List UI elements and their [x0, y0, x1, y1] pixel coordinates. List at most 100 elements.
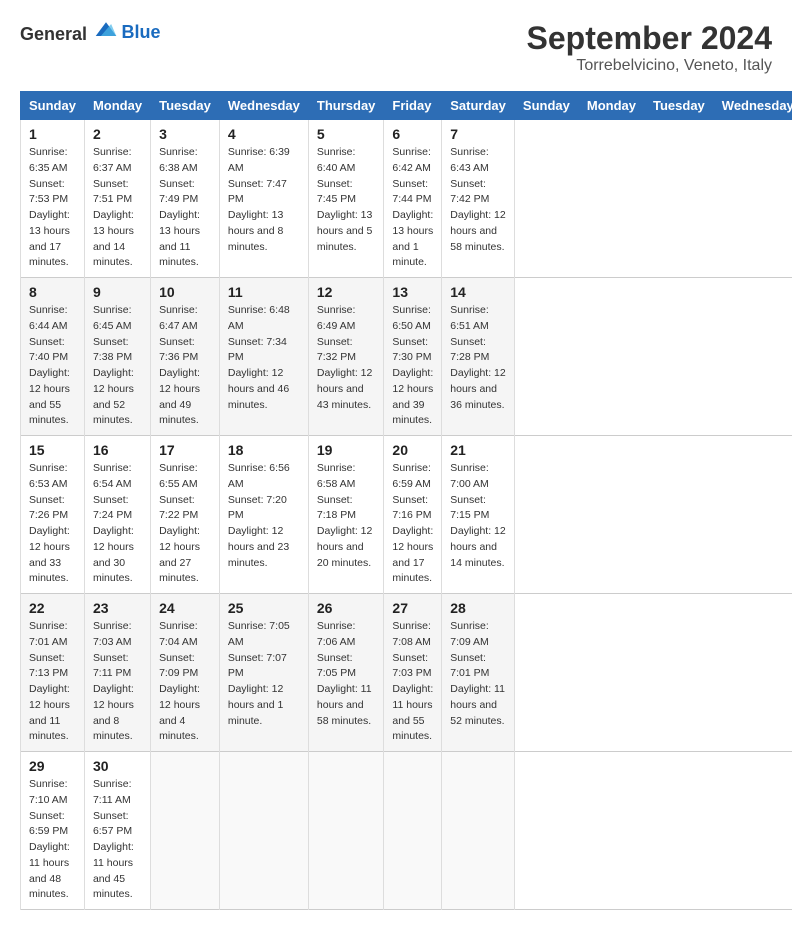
day-cell: 3 Sunrise: 6:38 AMSunset: 7:49 PMDaylight… [151, 120, 220, 278]
day-cell: 30Sunrise: 7:11 AMSunset: 6:57 PMDayligh… [84, 752, 150, 910]
day-cell: 27Sunrise: 7:08 AMSunset: 7:03 PMDayligh… [384, 594, 442, 752]
day-number: 13 [392, 284, 433, 300]
day-number: 24 [159, 600, 211, 616]
day-info: Sunrise: 6:47 AMSunset: 7:36 PMDaylight:… [159, 303, 211, 429]
day-info: Sunrise: 6:48 AMSunset: 7:34 PMDaylight:… [228, 303, 300, 413]
logo-general: General [20, 24, 87, 44]
day-info: Sunrise: 6:55 AMSunset: 7:22 PMDaylight:… [159, 461, 211, 587]
day-cell: 7 Sunrise: 6:43 AMSunset: 7:42 PMDaylight… [442, 120, 515, 278]
day-number: 18 [228, 442, 300, 458]
header-row: SundayMondayTuesdayWednesdayThursdayFrid… [21, 92, 792, 120]
day-cell [308, 752, 384, 910]
day-number: 29 [29, 758, 76, 774]
day-cell: 10 Sunrise: 6:47 AMSunset: 7:36 PMDayligh… [151, 278, 220, 436]
day-cell: 19 Sunrise: 6:58 AMSunset: 7:18 PMDayligh… [308, 436, 384, 594]
col-header-sunday: Sunday [514, 92, 578, 120]
calendar-table: SundayMondayTuesdayWednesdayThursdayFrid… [20, 91, 792, 910]
week-row-2: 8Sunrise: 6:44 AMSunset: 7:40 PMDaylight… [21, 278, 792, 436]
day-number: 9 [93, 284, 142, 300]
col-header-sunday: Sunday [21, 92, 85, 120]
day-info: Sunrise: 7:06 AMSunset: 7:05 PMDaylight:… [317, 619, 376, 729]
col-header-tuesday: Tuesday [151, 92, 220, 120]
col-header-monday: Monday [578, 92, 644, 120]
day-number: 7 [450, 126, 506, 142]
day-info: Sunrise: 6:51 AMSunset: 7:28 PMDaylight:… [450, 303, 506, 413]
day-info: Sunrise: 7:09 AMSunset: 7:01 PMDaylight:… [450, 619, 506, 729]
week-row-3: 15 Sunrise: 6:53 AMSunset: 7:26 PMDayligh… [21, 436, 792, 594]
week-row-4: 22 Sunrise: 7:01 AMSunset: 7:13 PMDayligh… [21, 594, 792, 752]
day-cell: 26 Sunrise: 7:06 AMSunset: 7:05 PMDayligh… [308, 594, 384, 752]
day-info: Sunrise: 6:42 AMSunset: 7:44 PMDaylight:… [392, 145, 433, 271]
day-cell: 16 Sunrise: 6:54 AMSunset: 7:24 PMDayligh… [84, 436, 150, 594]
day-info: Sunrise: 6:39 AMSunset: 7:47 PMDaylight:… [228, 145, 300, 255]
col-header-tuesday: Tuesday [645, 92, 714, 120]
day-cell: 29 Sunrise: 7:10 AMSunset: 6:59 PMDayligh… [21, 752, 85, 910]
day-cell: 21Sunrise: 7:00 AMSunset: 7:15 PMDayligh… [442, 436, 515, 594]
day-number: 19 [317, 442, 376, 458]
day-number: 3 [159, 126, 211, 142]
day-info: Sunrise: 7:03 AMSunset: 7:11 PMDaylight:… [93, 619, 142, 745]
day-cell [219, 752, 308, 910]
day-cell: 22 Sunrise: 7:01 AMSunset: 7:13 PMDayligh… [21, 594, 85, 752]
day-cell: 20Sunrise: 6:59 AMSunset: 7:16 PMDayligh… [384, 436, 442, 594]
day-cell: 4Sunrise: 6:39 AMSunset: 7:47 PMDaylight… [219, 120, 308, 278]
col-header-wednesday: Wednesday [713, 92, 792, 120]
day-number: 2 [93, 126, 142, 142]
header: General Blue September 2024 Torrebelvici… [20, 20, 772, 75]
day-number: 22 [29, 600, 76, 616]
week-row-5: 29 Sunrise: 7:10 AMSunset: 6:59 PMDayligh… [21, 752, 792, 910]
day-info: Sunrise: 7:01 AMSunset: 7:13 PMDaylight:… [29, 619, 76, 745]
day-info: Sunrise: 7:05 AMSunset: 7:07 PMDaylight:… [228, 619, 300, 729]
day-info: Sunrise: 6:35 AMSunset: 7:53 PMDaylight:… [29, 145, 76, 271]
day-cell: 1 Sunrise: 6:35 AMSunset: 7:53 PMDaylight… [21, 120, 85, 278]
day-number: 6 [392, 126, 433, 142]
day-cell: 23Sunrise: 7:03 AMSunset: 7:11 PMDayligh… [84, 594, 150, 752]
day-cell: 5Sunrise: 6:40 AMSunset: 7:45 PMDaylight… [308, 120, 384, 278]
day-number: 16 [93, 442, 142, 458]
day-cell: 28Sunrise: 7:09 AMSunset: 7:01 PMDayligh… [442, 594, 515, 752]
col-header-thursday: Thursday [308, 92, 384, 120]
title-area: September 2024 Torrebelvicino, Veneto, I… [527, 20, 772, 75]
day-cell [384, 752, 442, 910]
day-cell [442, 752, 515, 910]
day-info: Sunrise: 7:11 AMSunset: 6:57 PMDaylight:… [93, 777, 142, 903]
day-number: 10 [159, 284, 211, 300]
day-info: Sunrise: 7:04 AMSunset: 7:09 PMDaylight:… [159, 619, 211, 745]
day-info: Sunrise: 6:44 AMSunset: 7:40 PMDaylight:… [29, 303, 76, 429]
day-number: 17 [159, 442, 211, 458]
day-cell: 11 Sunrise: 6:48 AMSunset: 7:34 PMDayligh… [219, 278, 308, 436]
day-info: Sunrise: 7:10 AMSunset: 6:59 PMDaylight:… [29, 777, 76, 903]
day-cell: 24 Sunrise: 7:04 AMSunset: 7:09 PMDayligh… [151, 594, 220, 752]
day-info: Sunrise: 6:54 AMSunset: 7:24 PMDaylight:… [93, 461, 142, 587]
day-info: Sunrise: 7:00 AMSunset: 7:15 PMDaylight:… [450, 461, 506, 571]
day-info: Sunrise: 6:50 AMSunset: 7:30 PMDaylight:… [392, 303, 433, 429]
day-info: Sunrise: 6:58 AMSunset: 7:18 PMDaylight:… [317, 461, 376, 571]
col-header-wednesday: Wednesday [219, 92, 308, 120]
day-number: 1 [29, 126, 76, 142]
day-info: Sunrise: 6:49 AMSunset: 7:32 PMDaylight:… [317, 303, 376, 413]
day-cell: 2 Sunrise: 6:37 AMSunset: 7:51 PMDaylight… [84, 120, 150, 278]
day-number: 14 [450, 284, 506, 300]
day-number: 27 [392, 600, 433, 616]
day-info: Sunrise: 6:37 AMSunset: 7:51 PMDaylight:… [93, 145, 142, 271]
week-row-1: 1 Sunrise: 6:35 AMSunset: 7:53 PMDaylight… [21, 120, 792, 278]
col-header-saturday: Saturday [442, 92, 515, 120]
day-cell: 25Sunrise: 7:05 AMSunset: 7:07 PMDayligh… [219, 594, 308, 752]
day-cell: 18 Sunrise: 6:56 AMSunset: 7:20 PMDayligh… [219, 436, 308, 594]
day-info: Sunrise: 6:56 AMSunset: 7:20 PMDaylight:… [228, 461, 300, 571]
col-header-monday: Monday [84, 92, 150, 120]
day-info: Sunrise: 6:38 AMSunset: 7:49 PMDaylight:… [159, 145, 211, 271]
day-info: Sunrise: 6:53 AMSunset: 7:26 PMDaylight:… [29, 461, 76, 587]
day-number: 11 [228, 284, 300, 300]
month-title: September 2024 [527, 20, 772, 57]
location-title: Torrebelvicino, Veneto, Italy [527, 57, 772, 75]
day-number: 26 [317, 600, 376, 616]
day-number: 5 [317, 126, 376, 142]
day-number: 12 [317, 284, 376, 300]
day-cell: 14 Sunrise: 6:51 AMSunset: 7:28 PMDayligh… [442, 278, 515, 436]
day-cell: 17 Sunrise: 6:55 AMSunset: 7:22 PMDayligh… [151, 436, 220, 594]
day-info: Sunrise: 6:43 AMSunset: 7:42 PMDaylight:… [450, 145, 506, 255]
day-info: Sunrise: 6:45 AMSunset: 7:38 PMDaylight:… [93, 303, 142, 429]
day-cell [151, 752, 220, 910]
day-number: 15 [29, 442, 76, 458]
